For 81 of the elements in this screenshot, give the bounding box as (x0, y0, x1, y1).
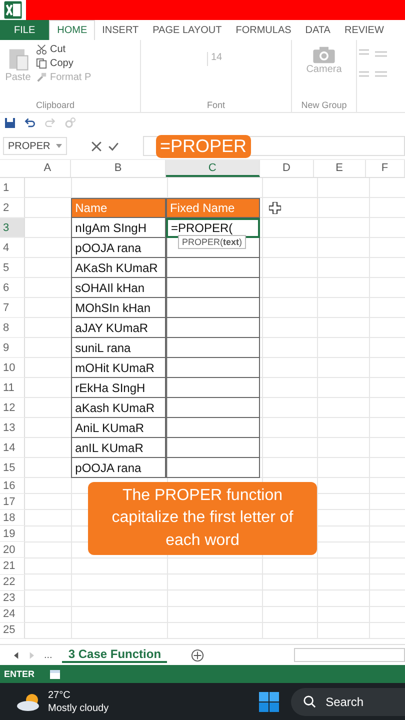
row-header[interactable]: 25 (0, 622, 25, 639)
column-header[interactable]: C (166, 160, 260, 177)
check-icon[interactable] (108, 140, 119, 152)
row-header[interactable]: 24 (0, 606, 25, 623)
table-header: Name (71, 198, 166, 218)
ribbon-tab[interactable]: FORMULAS (228, 20, 298, 40)
copy-icon[interactable] (36, 58, 47, 69)
table-cell: pOOJA rana (71, 238, 166, 258)
ribbon-tab[interactable]: INSERT (95, 20, 146, 40)
sheet-tab[interactable]: 3 Case Function (62, 647, 168, 663)
calendar-icon (50, 669, 60, 679)
column-header[interactable]: F (366, 160, 405, 177)
table-cell: aKash KUmaR (71, 398, 166, 418)
ribbon-tab[interactable]: REVIEW (337, 20, 391, 40)
name-box[interactable]: PROPER (3, 137, 67, 155)
row-header[interactable]: 12 (0, 398, 25, 418)
column-header[interactable]: A (24, 160, 72, 177)
table-cell: AniL KUmaR (71, 418, 166, 438)
table-cell: pOOJA rana (71, 458, 166, 478)
excel-logo-icon[interactable] (0, 0, 26, 20)
save-icon[interactable] (4, 117, 16, 129)
row-header[interactable]: 23 (0, 590, 25, 607)
group-label: Clipboard (36, 100, 75, 110)
column-header[interactable]: D (260, 160, 314, 177)
row-header[interactable]: 17 (0, 494, 25, 510)
cursor-icon (268, 202, 281, 214)
row-header[interactable]: 10 (0, 358, 25, 378)
weather-text[interactable]: Mostly cloudy (48, 702, 109, 714)
formula-label: =PROPER (156, 135, 251, 158)
more-sheets[interactable]: ... (44, 650, 52, 660)
row-header[interactable]: 21 (0, 558, 25, 575)
row-header[interactable]: 1 (0, 178, 25, 198)
row-header[interactable]: 19 (0, 526, 25, 542)
table-header: Fixed Name (166, 198, 260, 218)
table-cell: AKaSh KUmaR (71, 258, 166, 278)
copy-label[interactable]: Copy (50, 58, 74, 69)
row-header[interactable]: 20 (0, 542, 25, 558)
table-cell: sOHAIl kHan (71, 278, 166, 298)
add-sheet-icon[interactable] (191, 648, 204, 662)
row-header[interactable]: 8 (0, 318, 25, 338)
scroll-left-icon[interactable] (14, 652, 19, 658)
cloud-icon[interactable] (16, 692, 42, 710)
row-header[interactable]: 22 (0, 574, 25, 591)
row-header[interactable]: 13 (0, 418, 25, 438)
temperature[interactable]: 27°C (48, 688, 109, 702)
table-cell: MOhSIn kHan (71, 298, 166, 318)
scissors-icon[interactable] (36, 44, 47, 55)
row-header[interactable]: 14 (0, 438, 25, 458)
table-cell: aJAY KUmaR (71, 318, 166, 338)
group-label: Font (207, 100, 226, 110)
status-mode: ENTER (4, 669, 35, 679)
windows-start-icon[interactable] (258, 692, 279, 712)
ribbon-tab[interactable]: DATA (298, 20, 338, 40)
table-cell: nIgAm SIngH (71, 218, 166, 238)
cut-label[interactable]: Cut (50, 44, 66, 55)
undo-icon[interactable] (24, 117, 36, 129)
row-header[interactable]: 7 (0, 298, 25, 318)
group-label: New Group (301, 100, 347, 110)
row-header[interactable]: 18 (0, 510, 25, 526)
table-cell: suniL rana (71, 338, 166, 358)
horizontal-scrollbar[interactable] (294, 648, 405, 662)
table-cell: mOHit KUmaR (71, 358, 166, 378)
column-header[interactable]: E (314, 160, 366, 177)
ribbon-tab[interactable]: FILE (0, 20, 50, 40)
row-header[interactable]: 16 (0, 478, 25, 494)
table-cell: anIL KUmaR (71, 438, 166, 458)
ribbon-tab[interactable]: PAGE LAYOUT (146, 20, 229, 40)
row-header[interactable]: 11 (0, 378, 25, 398)
callout-text: The PROPER function capitalize the first letter of each word (88, 482, 317, 556)
row-header[interactable]: 4 (0, 238, 25, 258)
row-header[interactable]: 15 (0, 458, 25, 478)
row-header[interactable]: 9 (0, 338, 25, 358)
dropdown-icon[interactable] (56, 144, 62, 148)
function-tooltip: PROPER(text) (178, 235, 246, 249)
close-icon[interactable] (91, 140, 102, 152)
taskbar-search[interactable]: Search (290, 688, 405, 716)
row-header[interactable]: 5 (0, 258, 25, 278)
row-header[interactable]: 3 (0, 218, 25, 238)
row-header[interactable]: 6 (0, 278, 25, 298)
table-cell: rEkHa SIngH (71, 378, 166, 398)
search-icon[interactable] (302, 695, 316, 708)
